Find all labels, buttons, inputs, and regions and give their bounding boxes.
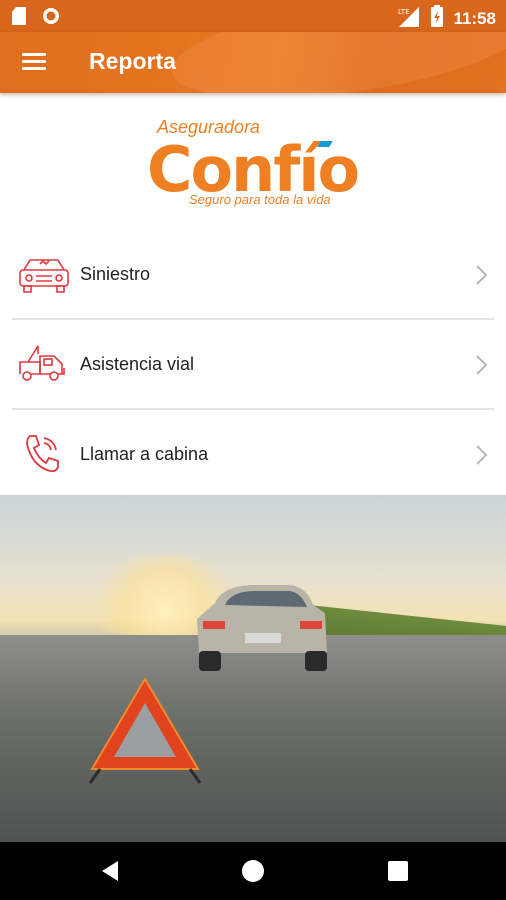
- status-time: 11:58: [453, 8, 496, 28]
- system-nav-bar: [0, 842, 506, 900]
- report-menu-list: Siniestro Asistencia vial Llamar a cabin…: [12, 230, 494, 498]
- signal-icon: LTE: [397, 5, 421, 32]
- home-icon[interactable]: [240, 858, 266, 884]
- logo-tagline: Seguro para toda la vida: [189, 192, 331, 207]
- menu-item-siniestro[interactable]: Siniestro: [12, 230, 494, 320]
- menu-item-asistencia-vial[interactable]: Asistencia vial: [12, 320, 494, 410]
- chevron-right-icon: [474, 444, 488, 466]
- hamburger-menu-icon[interactable]: [22, 51, 48, 73]
- svg-text:LTE: LTE: [398, 8, 410, 16]
- menu-item-label: Llamar a cabina: [80, 444, 209, 464]
- menu-item-llamar-cabina[interactable]: Llamar a cabina: [12, 410, 494, 498]
- back-icon[interactable]: [98, 858, 124, 884]
- record-icon: [42, 7, 60, 30]
- hero-road-photo: [0, 495, 506, 842]
- brand-logo: Aseguradora Confío Seguro para toda la v…: [145, 115, 365, 215]
- menu-item-label: Asistencia vial: [80, 354, 195, 374]
- phone-icon: [18, 432, 70, 476]
- app-bar-decoration: [165, 32, 506, 93]
- warning-triangle-icon: [88, 677, 202, 784]
- menu-item-label: Siniestro: [80, 264, 151, 284]
- battery-icon: [431, 5, 444, 32]
- sd-card-icon: [12, 7, 28, 30]
- page-title: Reporta: [89, 48, 176, 74]
- chevron-right-icon: [474, 354, 488, 376]
- recents-icon[interactable]: [385, 858, 411, 884]
- status-bar: LTE 11:58: [0, 0, 506, 32]
- chevron-right-icon: [474, 264, 488, 286]
- car-crash-icon: [18, 252, 70, 296]
- car-image: [197, 585, 327, 671]
- app-bar: Reporta: [0, 32, 506, 93]
- tow-truck-icon: [18, 342, 70, 386]
